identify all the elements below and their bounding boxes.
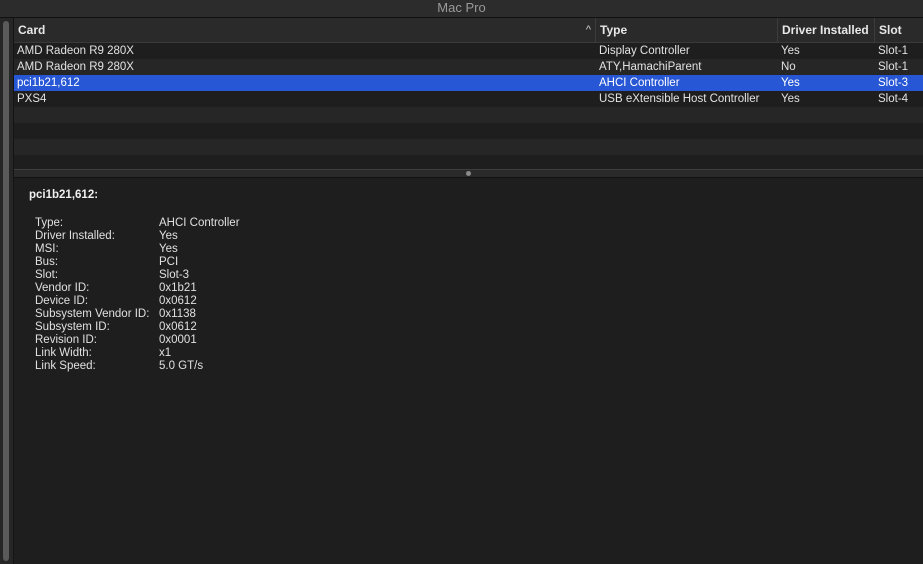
cell-card: AMD Radeon R9 280X xyxy=(17,45,134,57)
column-header-card[interactable]: Card ^ xyxy=(14,18,596,42)
property-value: AHCI Controller xyxy=(159,217,240,229)
column-header-driver-installed[interactable]: Driver Installed xyxy=(778,18,875,42)
property-key: Link Width: xyxy=(35,347,92,359)
detail-title: pci1b21,612: xyxy=(29,189,99,201)
cell-type: AHCI Controller xyxy=(599,77,680,89)
sidebar-scrollbar[interactable] xyxy=(0,18,14,564)
window-title: Mac Pro xyxy=(0,0,923,18)
cell-slot: Slot-1 xyxy=(878,45,909,57)
property-key: Subsystem ID: xyxy=(35,321,110,333)
splitter-handle-icon[interactable] xyxy=(466,171,471,176)
property-key: Device ID: xyxy=(35,295,89,307)
table-row[interactable]: AMD Radeon R9 280X Display Controller Ye… xyxy=(14,43,923,59)
property-value: 5.0 GT/s xyxy=(159,360,204,372)
property-value: 0x0001 xyxy=(159,334,197,346)
cell-type: USB eXtensible Host Controller xyxy=(599,93,760,105)
table-row-selected[interactable]: pci1b21,612 AHCI Controller Yes Slot-3 xyxy=(14,75,923,91)
property-value: Yes xyxy=(159,243,178,255)
empty-row xyxy=(14,139,923,155)
property-key: Slot: xyxy=(35,269,59,281)
property-value: 0x0612 xyxy=(159,321,197,333)
sort-ascending-icon: ^ xyxy=(585,24,591,36)
table-row[interactable]: PXS4 USB eXtensible Host Controller Yes … xyxy=(14,91,923,107)
cell-driver-installed: Yes xyxy=(781,45,800,57)
empty-row xyxy=(14,123,923,139)
detail-pane: pci1b21,612: Type: AHCI Controller Drive… xyxy=(14,178,923,564)
property-key: Subsystem Vendor ID: xyxy=(35,308,150,320)
property-value: PCI xyxy=(159,256,179,268)
property-value: 0x0612 xyxy=(159,295,197,307)
column-header-card-label: Card xyxy=(18,23,46,37)
cell-card: PXS4 xyxy=(17,93,47,105)
pane-splitter[interactable] xyxy=(14,169,923,178)
property-value: 0x1b21 xyxy=(159,282,197,294)
column-header-type[interactable]: Type xyxy=(596,18,778,42)
cell-type: Display Controller xyxy=(599,45,690,57)
cell-driver-installed: Yes xyxy=(781,77,800,89)
cell-slot: Slot-4 xyxy=(878,93,909,105)
cell-driver-installed: No xyxy=(781,61,796,73)
cell-driver-installed: Yes xyxy=(781,93,800,105)
property-value: Slot-3 xyxy=(159,269,190,281)
property-key: Revision ID: xyxy=(35,334,97,346)
cell-slot: Slot-1 xyxy=(878,61,909,73)
property-key: Vendor ID: xyxy=(35,282,90,294)
property-value: x1 xyxy=(159,347,172,359)
pci-cards-table: Card ^ Type Driver Installed Slot AMD Ra… xyxy=(14,18,923,179)
cell-type: ATY,HamachiParent xyxy=(599,61,702,73)
cell-card: pci1b21,612 xyxy=(17,77,80,89)
cell-slot: Slot-3 xyxy=(878,77,909,89)
property-key: Link Speed: xyxy=(35,360,96,372)
table-body: AMD Radeon R9 280X Display Controller Ye… xyxy=(14,43,923,179)
property-value: Yes xyxy=(159,230,178,242)
property-key: Type: xyxy=(35,217,64,229)
table-header: Card ^ Type Driver Installed Slot xyxy=(14,18,923,43)
property-key: Bus: xyxy=(35,256,59,268)
property-value: 0x1138 xyxy=(159,308,196,320)
table-row[interactable]: AMD Radeon R9 280X ATY,HamachiParent No … xyxy=(14,59,923,75)
column-header-slot[interactable]: Slot xyxy=(875,18,923,42)
empty-row xyxy=(14,107,923,123)
cell-card: AMD Radeon R9 280X xyxy=(17,61,134,73)
scrollbar-thumb[interactable] xyxy=(3,21,9,561)
property-key: MSI: xyxy=(35,243,59,255)
system-information-window: Mac Pro Card ^ Type Driver Installed Slo… xyxy=(0,0,923,564)
property-key: Driver Installed: xyxy=(35,230,115,242)
